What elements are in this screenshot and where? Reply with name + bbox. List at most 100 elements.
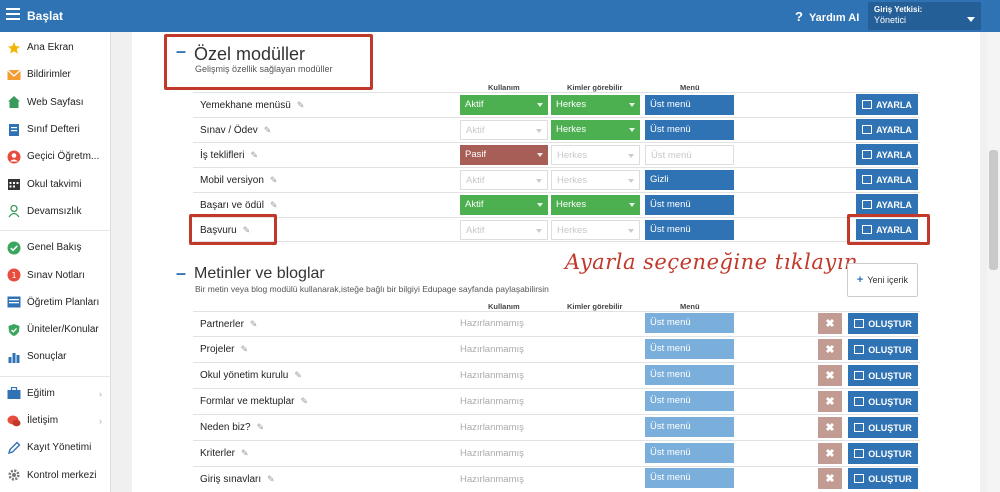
- blog-row: Giriş sınavları ✎: [193, 466, 920, 491]
- menu-select[interactable]: Üst menü: [645, 195, 734, 215]
- usage-select[interactable]: Pasif: [460, 145, 548, 165]
- plus-icon: +: [856, 274, 864, 286]
- usage-select[interactable]: Aktif: [460, 120, 548, 140]
- help-button[interactable]: ? Yardım AI: [795, 9, 859, 24]
- delete-button[interactable]: ✖: [818, 391, 842, 412]
- sidebar-item-gecici-ogretmen[interactable]: Geçici Öğretm...: [0, 143, 110, 170]
- sidebar-item-sinif-defteri[interactable]: Sınıf Defteri: [0, 116, 110, 143]
- usage-select[interactable]: Aktif: [460, 195, 548, 215]
- visibility-select[interactable]: Herkes: [551, 145, 640, 165]
- module-name: Sınav / Ödev: [200, 125, 258, 136]
- sidebar-item-genel-bakis[interactable]: Genel Bakış: [0, 234, 110, 261]
- visibility-select[interactable]: Herkes: [551, 95, 640, 115]
- blog-row: Formlar ve mektuplar ✎: [193, 388, 920, 413]
- ayarla-button[interactable]: AYARLA: [856, 94, 918, 115]
- blog-row: Okul yönetim kurulu ✎: [193, 362, 920, 387]
- sidebar-item-kayit-yonetimi[interactable]: Kayıt Yönetimi: [0, 434, 110, 461]
- sidebar-item-bildirimler[interactable]: Bildirimler: [0, 61, 110, 88]
- delete-button[interactable]: ✖: [818, 443, 842, 464]
- new-content-button[interactable]: + Yeni içerik: [847, 263, 918, 297]
- usage-select[interactable]: Aktif: [460, 95, 548, 115]
- pencil-icon[interactable]: ✎: [264, 125, 272, 136]
- scrollbar[interactable]: [987, 32, 1000, 492]
- pencil-icon[interactable]: ✎: [270, 175, 278, 186]
- delete-button[interactable]: ✖: [818, 468, 842, 489]
- usage-select[interactable]: Aktif: [460, 220, 548, 240]
- pencil-icon[interactable]: ✎: [297, 100, 305, 111]
- visibility-select[interactable]: Herkes: [551, 220, 640, 240]
- pencil-icon[interactable]: ✎: [270, 200, 278, 211]
- pencil-icon[interactable]: ✎: [300, 396, 308, 407]
- create-button[interactable]: OLUŞTUR: [848, 417, 918, 438]
- shield-check-icon: [7, 323, 21, 337]
- edit-icon: [854, 319, 865, 328]
- menu-select[interactable]: Üst menü: [645, 145, 734, 165]
- blogs-section-subtitle: Bir metin veya blog modülü kullanarak,is…: [195, 284, 549, 294]
- menu-select[interactable]: Üst menü: [645, 443, 734, 463]
- visibility-select[interactable]: Herkes: [551, 195, 640, 215]
- menu-select[interactable]: Üst menü: [645, 95, 734, 115]
- menu-select[interactable]: Üst menü: [645, 220, 734, 240]
- role-select[interactable]: Giriş Yetkisi: Yönetici: [868, 2, 981, 30]
- blog-name: Kriterler: [200, 448, 236, 459]
- pencil-icon[interactable]: ✎: [250, 150, 258, 161]
- brand-title[interactable]: Başlat: [27, 9, 63, 23]
- menu-select[interactable]: Gizli: [645, 170, 734, 190]
- envelope-icon: [7, 68, 21, 82]
- sidebar-item-sinav-notlari[interactable]: 1 Sınav Notları: [0, 261, 110, 288]
- menu-select[interactable]: Üst menü: [645, 468, 734, 488]
- create-button[interactable]: OLUŞTUR: [848, 468, 918, 489]
- delete-button[interactable]: ✖: [818, 417, 842, 438]
- ayarla-button[interactable]: AYARLA: [856, 144, 918, 165]
- menu-select[interactable]: Üst menü: [645, 391, 734, 411]
- delete-button[interactable]: ✖: [818, 365, 842, 386]
- col-header-visible: Kimler görebilir: [567, 302, 623, 311]
- edit-icon: [862, 100, 873, 109]
- blog-name: Giriş sınavları: [200, 474, 262, 485]
- sidebar-item-sonuclar[interactable]: Sonuçlar: [0, 343, 110, 370]
- edit-icon: [854, 449, 865, 458]
- menu-select[interactable]: Üst menü: [645, 417, 734, 437]
- pencil-icon[interactable]: ✎: [250, 319, 258, 330]
- edit-icon: [854, 423, 865, 432]
- svg-text:1: 1: [11, 271, 16, 280]
- delete-button[interactable]: ✖: [818, 339, 842, 360]
- pencil-icon[interactable]: ✎: [267, 474, 275, 485]
- menu-icon[interactable]: [6, 8, 20, 20]
- visibility-select[interactable]: Herkes: [551, 120, 640, 140]
- usage-select[interactable]: Aktif: [460, 170, 548, 190]
- pencil-icon[interactable]: ✎: [257, 422, 265, 433]
- sidebar-item-ogretim-planlari[interactable]: Öğretim Planları: [0, 289, 110, 316]
- section-collapse-icon[interactable]: –: [176, 263, 186, 284]
- menu-select[interactable]: Üst menü: [645, 339, 734, 359]
- create-button[interactable]: OLUŞTUR: [848, 365, 918, 386]
- create-button[interactable]: OLUŞTUR: [848, 313, 918, 334]
- sidebar-item-kontrol-merkezi[interactable]: Kontrol merkezi: [0, 461, 110, 488]
- ayarla-button[interactable]: AYARLA: [856, 194, 918, 215]
- menu-select[interactable]: Üst menü: [645, 313, 734, 333]
- visibility-select[interactable]: Herkes: [551, 170, 640, 190]
- sidebar-item-uniteler-konular[interactable]: Üniteler/Konular: [0, 316, 110, 343]
- ayarla-button[interactable]: AYARLA: [856, 119, 918, 140]
- scrollbar-thumb[interactable]: [989, 150, 998, 270]
- menu-select[interactable]: Üst menü: [645, 120, 734, 140]
- blog-row: Projeler ✎: [193, 336, 920, 361]
- create-button[interactable]: OLUŞTUR: [848, 391, 918, 412]
- sidebar-item-egitim[interactable]: Eğitim ›: [0, 380, 110, 407]
- role-title: Giriş Yetkisi:: [874, 5, 923, 14]
- sidebar-item-devamsizlik[interactable]: Devamsızlık: [0, 198, 110, 225]
- delete-button[interactable]: ✖: [818, 313, 842, 334]
- gear-icon: [7, 468, 21, 482]
- pencil-icon[interactable]: ✎: [241, 448, 249, 459]
- sidebar-item-web-sayfasi[interactable]: Web Sayfası: [0, 89, 110, 116]
- create-button[interactable]: OLUŞTUR: [848, 339, 918, 360]
- caret-down-icon: [629, 103, 635, 107]
- sidebar-item-iletisim[interactable]: İletişim ›: [0, 407, 110, 434]
- sidebar-item-ana-ekran[interactable]: Ana Ekran: [0, 34, 110, 61]
- pencil-icon[interactable]: ✎: [294, 370, 302, 381]
- ayarla-button[interactable]: AYARLA: [856, 169, 918, 190]
- pencil-icon[interactable]: ✎: [240, 344, 248, 355]
- menu-select[interactable]: Üst menü: [645, 365, 734, 385]
- sidebar-item-okul-takvimi[interactable]: Okul takvimi: [0, 170, 110, 197]
- create-button[interactable]: OLUŞTUR: [848, 443, 918, 464]
